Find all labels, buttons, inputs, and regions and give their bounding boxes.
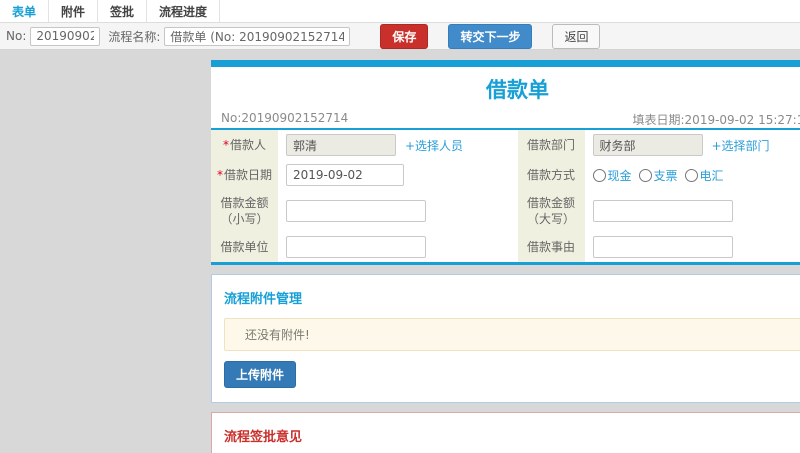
radio-cheque[interactable]: 支票 bbox=[638, 167, 678, 184]
no-input[interactable] bbox=[30, 26, 101, 46]
cash-radio[interactable] bbox=[592, 168, 606, 182]
required-asterisk: * bbox=[222, 138, 229, 152]
transfer-next-step-button[interactable]: 转交下一步 bbox=[448, 23, 533, 49]
tab-bar: 表单 附件 签批 流程进度 bbox=[0, 0, 800, 23]
cheque-radio[interactable] bbox=[638, 168, 652, 182]
no-label: No: bbox=[6, 29, 27, 43]
amount-lowercase-input[interactable] bbox=[286, 200, 426, 222]
panel-top-bar bbox=[211, 60, 800, 67]
form-toolbar: No: 流程名称: 保存 转交下一步 返回 bbox=[0, 23, 800, 50]
loan-unit-field bbox=[278, 232, 518, 262]
approval-panel: 流程签批意见 B I abc bbox=[211, 412, 800, 453]
select-person-link[interactable]: +选择人员 bbox=[405, 137, 463, 154]
department-label: 借款部门 bbox=[517, 130, 585, 160]
amount-lowercase-label: 借款金额（小写） bbox=[211, 190, 278, 232]
process-name-label: 流程名称: bbox=[108, 29, 161, 44]
save-button[interactable]: 保存 bbox=[380, 23, 429, 49]
amount-uppercase-label: 借款金额（大写） bbox=[517, 190, 585, 232]
payment-method-label: 借款方式 bbox=[517, 160, 585, 190]
tab-attachments[interactable]: 附件 bbox=[49, 0, 99, 22]
tab-process-progress[interactable]: 流程进度 bbox=[147, 0, 221, 22]
loan-form-panel: 借款单 No:20190902152714 填表日期:2019-09-02 15… bbox=[211, 60, 800, 265]
amount-lowercase-field bbox=[278, 190, 518, 232]
loan-date-field bbox=[278, 160, 518, 190]
loan-date-input[interactable] bbox=[286, 164, 404, 186]
approval-heading: 流程签批意见 bbox=[224, 430, 303, 445]
borrower-label: *借款人 bbox=[211, 130, 278, 160]
payment-method-field: 现金 支票 电汇 bbox=[585, 160, 800, 190]
process-name-input[interactable] bbox=[164, 26, 351, 46]
loan-reason-field bbox=[585, 232, 800, 262]
loan-unit-label: 借款单位 bbox=[211, 232, 278, 262]
loan-reason-label: 借款事由 bbox=[517, 232, 585, 262]
loan-date-label: *借款日期 bbox=[211, 160, 278, 190]
amount-uppercase-input[interactable] bbox=[592, 200, 733, 222]
page-title: 借款单 bbox=[486, 78, 549, 102]
attachments-panel: 流程附件管理 还没有附件! 上传附件 bbox=[211, 274, 800, 403]
borrower-field: +选择人员 bbox=[278, 130, 518, 160]
department-input[interactable] bbox=[592, 134, 703, 156]
borrower-input[interactable] bbox=[286, 134, 396, 156]
wire-transfer-radio[interactable] bbox=[684, 168, 698, 182]
loan-form-table: *借款人 +选择人员 借款部门 +选择部门 *借款日期 借款方式 bbox=[211, 130, 800, 262]
attachments-heading: 流程附件管理 bbox=[224, 292, 303, 307]
upload-attachment-button[interactable]: 上传附件 bbox=[224, 361, 297, 388]
doc-number: No:20190902152714 bbox=[221, 111, 349, 125]
amount-uppercase-field bbox=[585, 190, 800, 232]
no-attachments-alert: 还没有附件! bbox=[224, 318, 800, 351]
loan-unit-input[interactable] bbox=[286, 236, 426, 258]
required-asterisk: * bbox=[216, 168, 223, 182]
select-department-link[interactable]: +选择部门 bbox=[712, 137, 770, 154]
radio-cash[interactable]: 现金 bbox=[592, 167, 632, 184]
doc-meta-row: No:20190902152714 填表日期:2019-09-02 15:27:… bbox=[211, 106, 800, 130]
department-field: +选择部门 bbox=[585, 130, 800, 160]
back-button[interactable]: 返回 bbox=[552, 23, 601, 49]
doc-fill-date: 填表日期:2019-09-02 15:27:14 bbox=[632, 113, 800, 127]
document-area: 借款单 No:20190902152714 填表日期:2019-09-02 15… bbox=[211, 60, 800, 453]
tab-approval[interactable]: 签批 bbox=[98, 0, 148, 22]
radio-wire[interactable]: 电汇 bbox=[684, 167, 724, 184]
loan-reason-input[interactable] bbox=[592, 236, 733, 258]
tab-form[interactable]: 表单 bbox=[0, 0, 50, 22]
